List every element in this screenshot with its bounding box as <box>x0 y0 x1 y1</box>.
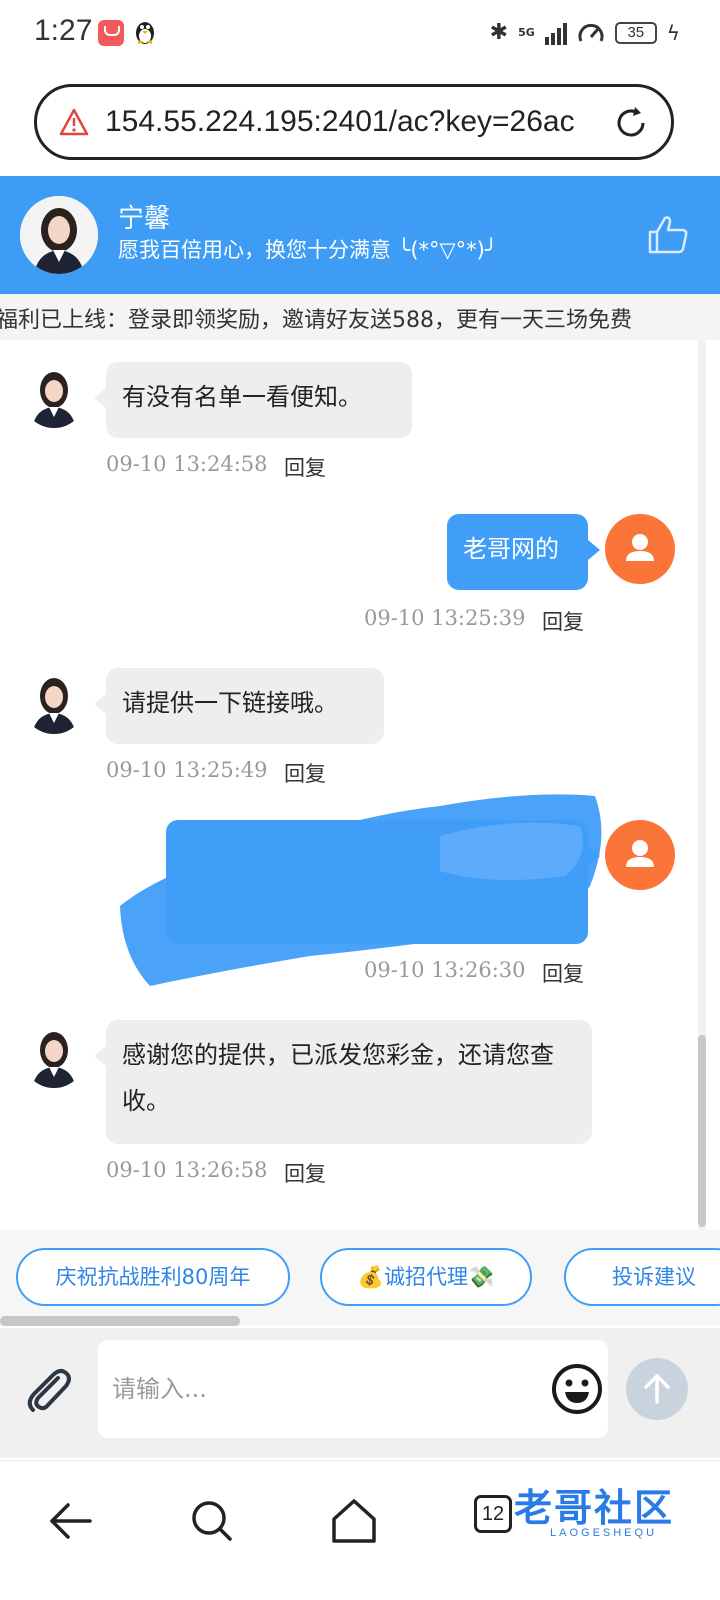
quick-reply-chip[interactable]: 投诉建议 <box>564 1248 720 1306</box>
home-icon[interactable] <box>324 1491 384 1551</box>
announcement-marquee: 福利已上线：登录即领奖励，邀请好友送588，更有一天三场免费 <box>0 294 720 340</box>
reply-link[interactable]: 回复 <box>284 452 326 482</box>
chat-messages[interactable]: 有没有名单一看便知。 09-10 13:24:58 回复 老哥网的 09-10 … <box>0 340 720 1230</box>
thumbs-up-icon[interactable] <box>646 212 690 256</box>
send-button[interactable] <box>626 1358 688 1420</box>
agent-message-avatar <box>22 670 86 734</box>
reload-icon[interactable] <box>611 103 651 143</box>
chat-scrollbar-thumb[interactable] <box>698 1035 706 1227</box>
quick-reply-chip[interactable]: 庆祝抗战胜利80周年 <box>16 1248 290 1306</box>
redaction-scribble <box>120 794 602 986</box>
message-timestamp: 09-10 13:25:39 <box>364 606 526 630</box>
browser-nav-bar: 12 老哥社区 LAOGESHEQU <box>0 1460 720 1600</box>
agent-name: 宁馨 <box>118 204 171 234</box>
watermark-text: 老哥社区 <box>514 1486 675 1530</box>
message-composer <box>0 1328 720 1458</box>
quick-replies: 庆祝抗战胜利80周年 💰诚招代理💸 投诉建议 <box>0 1230 720 1326</box>
warning-icon[interactable] <box>59 107 89 137</box>
address-bar[interactable]: 154.55.224.195:2401/ac?key=26ac <box>34 84 674 160</box>
chat-header: 宁馨 愿我百倍用心，换您十分满意 ╰(*°▽°*)╯ <box>0 176 720 294</box>
watermark-logo: 老哥社区 LAOGESHEQU <box>474 1475 694 1549</box>
back-icon[interactable] <box>42 1491 102 1551</box>
user-avatar <box>605 514 675 584</box>
battery-icon: 35 <box>614 21 657 44</box>
agent-message-avatar <box>22 364 86 428</box>
emoji-icon[interactable] <box>550 1362 604 1416</box>
agent-message-bubble: 请提供一下链接哦。 <box>94 668 384 744</box>
quick-reply-chip[interactable]: 💰诚招代理💸 <box>320 1248 532 1306</box>
status-bar: 1:27 ✱ 5G 35 ϟ <box>0 0 720 68</box>
reply-link[interactable]: 回复 <box>542 606 584 636</box>
attachment-icon[interactable] <box>22 1364 74 1416</box>
message-timestamp: 09-10 13:26:58 <box>106 1158 268 1182</box>
search-icon[interactable] <box>182 1491 242 1551</box>
reply-link[interactable]: 回复 <box>542 958 584 988</box>
signal-icon <box>544 21 567 45</box>
agent-message-bubble: 有没有名单一看便知。 <box>94 362 412 438</box>
network-type: 5G <box>518 26 535 39</box>
watermark-subtext: LAOGESHEQU <box>550 1527 658 1539</box>
agent-tagline: 愿我百倍用心，换您十分满意 ╰(*°▽°*)╯ <box>118 238 498 262</box>
arrow-up-icon <box>644 1374 670 1404</box>
penguin-icon <box>136 22 154 44</box>
reply-link[interactable]: 回复 <box>284 1158 326 1188</box>
url-text[interactable]: 154.55.224.195:2401/ac?key=26ac <box>105 105 585 139</box>
mail-app-icon <box>98 20 124 46</box>
chips-scrollbar[interactable] <box>0 1316 240 1326</box>
user-message-bubble: 老哥网的 <box>447 514 600 590</box>
announcement-text: 福利已上线：登录即领奖励，邀请好友送588，更有一天三场免费 <box>0 308 632 333</box>
message-timestamp: 09-10 13:26:30 <box>364 958 526 982</box>
user-avatar <box>605 820 675 890</box>
bluetooth-icon: ✱ <box>489 20 509 45</box>
agent-message-avatar <box>22 1024 86 1088</box>
charging-icon: ϟ <box>666 20 680 45</box>
speed-icon <box>578 23 604 42</box>
agent-avatar <box>20 196 98 274</box>
message-input[interactable] <box>98 1340 608 1438</box>
message-timestamp: 09-10 13:24:58 <box>106 452 268 476</box>
status-indicators: ✱ 5G 35 ϟ <box>490 20 680 45</box>
status-time: 1:27 <box>34 14 93 47</box>
agent-message-bubble: 感谢您的提供，已派发您彩金，还请您查收。 <box>94 1020 592 1144</box>
